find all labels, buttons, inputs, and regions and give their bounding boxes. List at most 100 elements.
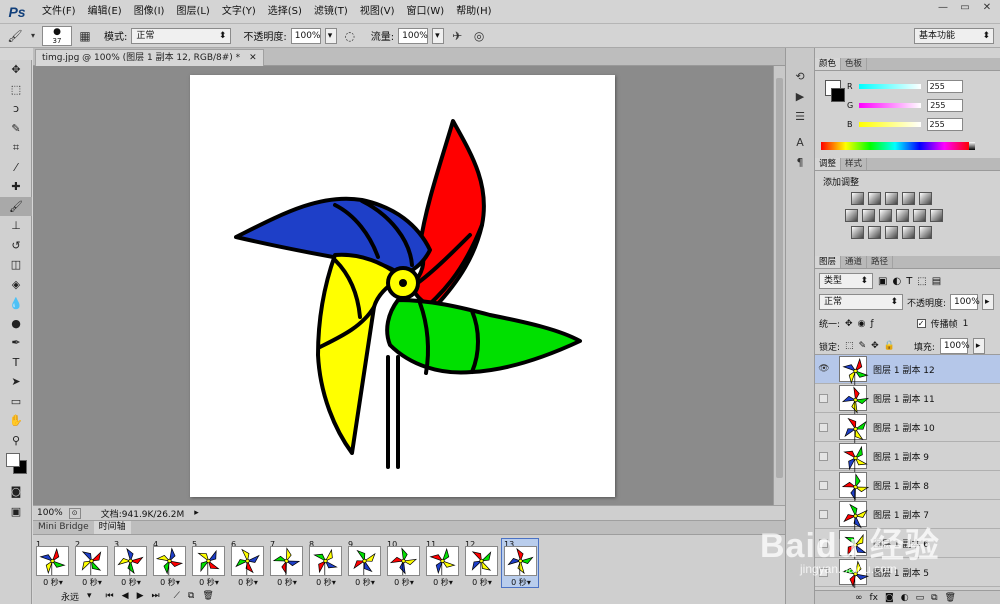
link-icon[interactable]: ∞ — [855, 593, 863, 603]
shape-tool-icon[interactable]: ▭ — [0, 392, 32, 412]
timeline-frame[interactable]: 90 秒▾ — [345, 538, 383, 588]
scrollbar-thumb[interactable] — [776, 78, 783, 478]
previous-frame-icon[interactable]: ◀ — [122, 591, 129, 601]
visibility-toggle[interactable] — [819, 451, 828, 461]
timeline-frame[interactable]: 40 秒▾ — [150, 538, 188, 588]
green-slider[interactable] — [859, 103, 922, 108]
frame-delay[interactable]: 0 秒▾ — [73, 577, 111, 588]
hue-saturation-icon[interactable] — [845, 209, 858, 222]
frame-delay[interactable]: 0 秒▾ — [151, 577, 189, 588]
frame-delay[interactable]: 0 秒▾ — [463, 577, 501, 588]
quick-mask-icon[interactable]: ◙ — [0, 482, 32, 502]
tool-presets-icon[interactable]: ☰ — [786, 106, 814, 126]
visibility-toggle[interactable] — [819, 422, 828, 432]
selective-color-icon[interactable] — [919, 226, 932, 239]
tab-styles[interactable]: 样式 — [841, 158, 868, 170]
lock-image-icon[interactable]: ✎ — [859, 341, 867, 351]
path-select-tool-icon[interactable]: ➤ — [0, 372, 32, 392]
unify-style-icon[interactable]: ƒ — [870, 319, 873, 329]
layer-row[interactable]: 图层 1 副本 10 — [815, 413, 1000, 443]
menu-item-5[interactable]: 选择(S) — [262, 0, 308, 24]
tab-channels[interactable]: 通道 — [841, 256, 868, 268]
pressure-opacity-icon[interactable]: ◌ — [341, 27, 359, 45]
foreground-color-swatch[interactable] — [6, 453, 20, 467]
frame-delay[interactable]: 0 秒▾ — [307, 577, 345, 588]
document-tab[interactable]: timg.jpg @ 100% (图层 1 副本 12, RGB/8#) * ✕ — [35, 49, 264, 66]
gradient-map-icon[interactable] — [902, 226, 915, 239]
filter-smart-icon[interactable]: ▤ — [932, 276, 941, 287]
fx-icon[interactable]: fx — [870, 593, 879, 603]
lock-transparent-icon[interactable]: ⬚ — [845, 341, 854, 351]
history-brush-tool-icon[interactable]: ↺ — [0, 236, 32, 256]
background-color-chip[interactable] — [831, 88, 845, 102]
brush-tool-icon[interactable]: 🖌 — [0, 196, 32, 216]
blue-value[interactable]: 255 — [926, 118, 963, 131]
filter-adjust-icon[interactable]: ◐ — [892, 276, 901, 287]
layer-opacity-input[interactable]: 100% — [950, 294, 980, 310]
menu-item-1[interactable]: 编辑(E) — [82, 0, 128, 24]
frame-delay[interactable]: 0 秒▾ — [190, 577, 228, 588]
layer-row[interactable]: 图层 1 副本 8 — [815, 471, 1000, 501]
timeline-frame[interactable]: 10 0 秒▾ — [384, 538, 422, 588]
frame-delay[interactable]: 0 秒▾ — [346, 577, 384, 588]
brush-panel-icon[interactable]: ▦ — [76, 27, 94, 45]
timeline-frame[interactable]: 12 0 秒▾ — [462, 538, 500, 588]
menu-item-7[interactable]: 视图(V) — [354, 0, 401, 24]
pen-tool-icon[interactable]: ✒ — [0, 333, 32, 353]
hand-tool-icon[interactable]: ✋ — [0, 411, 32, 431]
restore-button[interactable]: ▭ — [954, 0, 976, 14]
paint-bucket-tool-icon[interactable]: ◈ — [0, 275, 32, 295]
curves-icon[interactable] — [885, 192, 898, 205]
lasso-tool-icon[interactable]: ↄ — [0, 99, 32, 119]
visibility-toggle[interactable] — [819, 393, 828, 403]
menu-item-8[interactable]: 窗口(W) — [400, 0, 450, 24]
flow-dropdown[interactable]: ▾ — [432, 27, 445, 44]
timeline-frame[interactable]: 13 0 秒▾ — [501, 538, 539, 588]
tab-mini-bridge[interactable]: Mini Bridge — [33, 521, 94, 534]
photo-filter-icon[interactable] — [896, 209, 909, 222]
tween-icon[interactable]: ⟋ — [174, 591, 180, 601]
timeline-frame[interactable]: 10 秒▾ — [33, 538, 71, 588]
tab-color[interactable]: 颜色 — [815, 58, 842, 70]
frame-delay[interactable]: 0 秒▾ — [268, 577, 306, 588]
menu-item-6[interactable]: 滤镜(T) — [308, 0, 354, 24]
timeline-frame[interactable]: 80 秒▾ — [306, 538, 344, 588]
dodge-tool-icon[interactable]: ● — [0, 314, 32, 334]
red-slider[interactable] — [858, 84, 921, 89]
eye-icon[interactable]: 👁 — [815, 364, 833, 374]
history-icon[interactable]: ⟲ — [786, 66, 814, 86]
brush-tool-icon[interactable]: 🖌 — [6, 27, 24, 45]
frame-delay[interactable]: 0 秒▾ — [112, 577, 150, 588]
status-info-icon[interactable]: ⊙ — [68, 507, 81, 519]
eraser-tool-icon[interactable]: ◫ — [0, 255, 32, 275]
color-spectrum-bar[interactable] — [821, 142, 969, 150]
crop-tool-icon[interactable]: ⌗ — [0, 138, 32, 158]
frame-delay[interactable]: 0 秒▾ — [502, 577, 540, 588]
tab-timeline[interactable]: 时间轴 — [93, 521, 131, 534]
adjustment-layer-icon[interactable]: ◐ — [901, 593, 909, 603]
fill-input[interactable]: 100% — [939, 338, 970, 354]
timeline-frame[interactable]: 20 秒▾ — [72, 538, 110, 588]
new-layer-icon[interactable]: ⧉ — [931, 593, 937, 603]
filter-type-icon[interactable]: T — [906, 276, 912, 287]
trash-icon[interactable]: 🗑 — [945, 593, 956, 603]
canvas[interactable] — [190, 75, 615, 507]
frame-delay[interactable]: 0 秒▾ — [229, 577, 267, 588]
close-icon[interactable]: ✕ — [249, 53, 257, 63]
lock-all-icon[interactable]: 🔒 — [884, 341, 895, 351]
mask-icon[interactable]: ◙ — [885, 593, 894, 603]
lock-position-icon[interactable]: ✥ — [871, 341, 879, 351]
visibility-toggle[interactable] — [819, 480, 828, 490]
zoom-level[interactable]: 100% — [37, 508, 63, 518]
tab-paths[interactable]: 路径 — [867, 256, 894, 268]
blur-tool-icon[interactable]: 💧 — [0, 294, 32, 314]
close-button[interactable]: ✕ — [976, 0, 998, 14]
timeline-frame[interactable]: 70 秒▾ — [267, 538, 305, 588]
move-tool-icon[interactable]: ✥ — [0, 60, 32, 80]
brush-preset-picker[interactable]: ● 37 — [42, 25, 72, 46]
airbrush-icon[interactable]: ✈ — [448, 27, 466, 45]
duplicate-frame-icon[interactable]: ⧉ — [188, 591, 194, 601]
trash-icon[interactable]: 🗑 — [202, 591, 213, 601]
levels-icon[interactable] — [868, 192, 881, 205]
timeline-frame[interactable]: 60 秒▾ — [228, 538, 266, 588]
